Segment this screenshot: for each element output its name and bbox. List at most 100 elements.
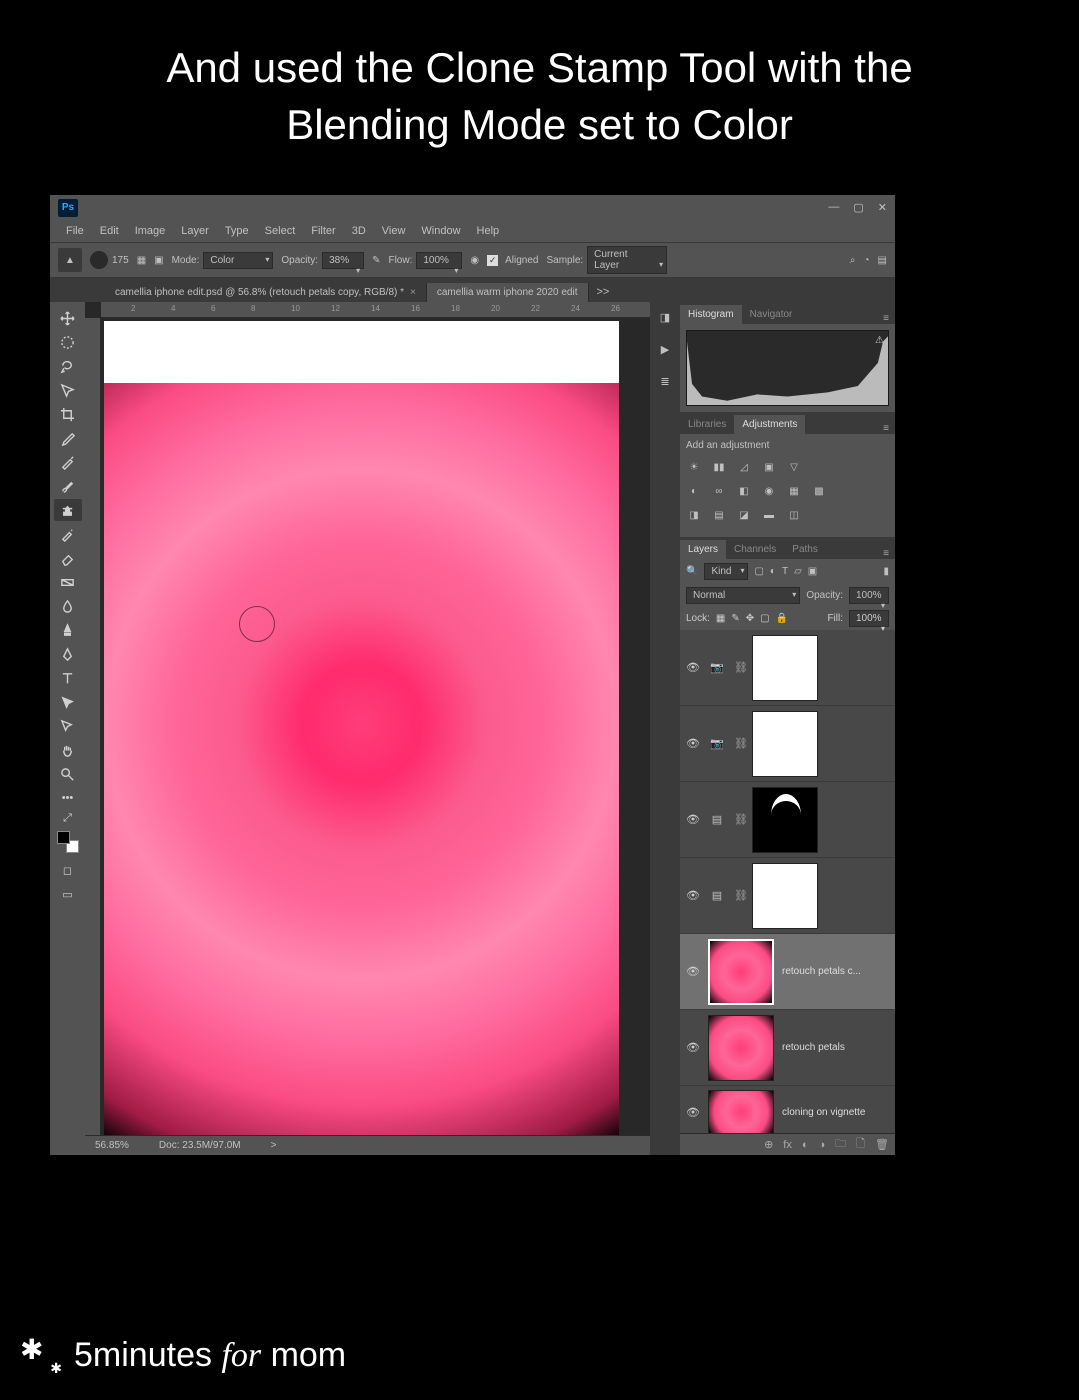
eyedropper-tool[interactable]	[54, 427, 82, 449]
layer-mask-thumbnail[interactable]	[752, 863, 818, 929]
flow-input[interactable]: 100%	[416, 252, 462, 269]
marquee-tool[interactable]	[54, 331, 82, 353]
hand-tool[interactable]	[54, 739, 82, 761]
layer-row-selected[interactable]: 👁 retouch petals c...	[680, 934, 895, 1010]
aligned-checkbox[interactable]: ✓Aligned	[487, 255, 538, 266]
clone-stamp-tool[interactable]	[54, 499, 82, 521]
filter-shape-icon[interactable]: ▱	[794, 566, 802, 577]
edit-toolbar[interactable]: •••	[54, 787, 82, 809]
brush-preset[interactable]: 175	[90, 251, 129, 269]
ignore-adjustment-icon[interactable]: ⌕	[850, 255, 856, 266]
screen-mode-icon[interactable]: ▭	[54, 883, 82, 905]
layer-mask-thumbnail[interactable]	[752, 787, 818, 853]
layer-row[interactable]: 👁 ▤ ⛓	[680, 782, 895, 858]
panel-menu-icon[interactable]: ≡	[877, 423, 895, 434]
zoom-tool[interactable]	[54, 763, 82, 785]
lock-all-icon[interactable]: 🔒	[776, 613, 788, 624]
foreground-background-colors[interactable]	[54, 827, 82, 857]
lock-artboard-icon[interactable]: ▢	[760, 613, 769, 624]
swap-colors-icon[interactable]: ⤢	[54, 811, 82, 825]
minimize-button[interactable]: —	[828, 201, 839, 214]
document-tab-other[interactable]: camellia warm iphone 2020 edit	[427, 283, 589, 302]
vibrance-icon[interactable]: ▽	[786, 459, 802, 475]
lock-pos-icon[interactable]: ✥	[746, 613, 754, 624]
panel-menu-icon[interactable]: ≡	[877, 548, 895, 559]
eraser-tool[interactable]	[54, 547, 82, 569]
layer-thumbnail[interactable]	[752, 635, 818, 701]
color-balance-icon[interactable]: ∞	[711, 483, 727, 499]
add-adjustment-layer-icon[interactable]: ◑	[819, 1139, 826, 1151]
gradient-tool[interactable]	[54, 571, 82, 593]
levels-icon[interactable]: ▮▮	[711, 459, 727, 475]
pressure-size-icon[interactable]: ◔	[864, 255, 870, 266]
dodge-tool[interactable]	[54, 619, 82, 641]
channel-mixer-icon[interactable]: ▦	[786, 483, 802, 499]
type-tool[interactable]	[54, 667, 82, 689]
quick-mask-icon[interactable]: ◻	[54, 859, 82, 881]
layer-row[interactable]: 👁 📷 ⛓	[680, 706, 895, 782]
lasso-tool[interactable]	[54, 355, 82, 377]
layer-name[interactable]: retouch petals c...	[782, 966, 889, 977]
document-canvas[interactable]	[101, 318, 650, 1135]
menu-select[interactable]: Select	[259, 223, 302, 239]
hue-icon[interactable]: ◐	[686, 483, 702, 499]
lookup-icon[interactable]: ▩	[811, 483, 827, 499]
histogram-tab[interactable]: Histogram	[680, 305, 742, 324]
menu-3d[interactable]: 3D	[346, 223, 372, 239]
filter-adjust-icon[interactable]: ◐	[770, 566, 776, 577]
channels-tab[interactable]: Channels	[726, 540, 784, 559]
filter-pixel-icon[interactable]: ▢	[754, 566, 763, 577]
menu-file[interactable]: File	[60, 223, 90, 239]
healing-brush-tool[interactable]	[54, 451, 82, 473]
crop-tool[interactable]	[54, 403, 82, 425]
airbrush-icon[interactable]: ◉	[470, 255, 479, 266]
filter-type-icon[interactable]: T	[782, 566, 788, 577]
layer-thumbnail[interactable]	[752, 711, 818, 777]
layers-tab[interactable]: Layers	[680, 540, 726, 559]
status-arrow[interactable]: >	[271, 1140, 277, 1151]
delete-layer-icon[interactable]: 🗑	[875, 1138, 889, 1151]
quick-select-tool[interactable]	[54, 379, 82, 401]
menu-type[interactable]: Type	[219, 223, 255, 239]
move-tool[interactable]	[54, 307, 82, 329]
layer-row[interactable]: 👁 cloning on vignette	[680, 1086, 895, 1133]
adjustments-tab[interactable]: Adjustments	[734, 415, 805, 434]
path-select-tool[interactable]	[54, 691, 82, 713]
sample-dropdown[interactable]: Current Layer	[587, 246, 667, 274]
filter-kind-dropdown[interactable]: Kind	[704, 563, 748, 580]
close-button[interactable]: ✕	[878, 201, 887, 214]
fx-icon[interactable]: fx	[783, 1139, 792, 1151]
layer-row[interactable]: 👁 ▤ ⛓	[680, 858, 895, 934]
menu-layer[interactable]: Layer	[175, 223, 215, 239]
visibility-toggle[interactable]: 👁	[686, 1106, 700, 1119]
layer-thumbnail[interactable]	[708, 1015, 774, 1081]
threshold-icon[interactable]: ◪	[736, 507, 752, 523]
pressure-opacity-icon[interactable]: ✎	[372, 255, 380, 266]
shape-tool[interactable]	[54, 715, 82, 737]
fill-input[interactable]: 100%	[849, 610, 889, 627]
histogram-warning-icon[interactable]: ⚠	[875, 335, 884, 346]
document-tab-active[interactable]: camellia iphone edit.psd @ 56.8% (retouc…	[105, 283, 427, 302]
visibility-toggle[interactable]: 👁	[686, 737, 700, 750]
doc-size[interactable]: Doc: 23.5M/97.0M	[159, 1140, 241, 1151]
blur-tool[interactable]	[54, 595, 82, 617]
curves-icon[interactable]: ◿	[736, 459, 752, 475]
panel-menu-icon[interactable]: ≡	[877, 313, 895, 324]
navigator-tab[interactable]: Navigator	[742, 305, 801, 324]
history-brush-tool[interactable]	[54, 523, 82, 545]
visibility-toggle[interactable]: 👁	[686, 1041, 700, 1054]
new-group-icon[interactable]: 🗀	[835, 1135, 846, 1154]
invert-icon[interactable]: ◨	[686, 507, 702, 523]
blend-mode-dropdown[interactable]: Normal	[686, 587, 800, 604]
clone-stamp-icon[interactable]: ▲	[58, 248, 82, 272]
timeline-icon[interactable]: ≣	[656, 372, 674, 390]
layer-thumbnail[interactable]	[708, 939, 774, 1005]
collapse-icon[interactable]: ◨	[656, 308, 674, 326]
gradient-map-icon[interactable]: ▬	[761, 507, 777, 523]
play-icon[interactable]: ▶	[656, 340, 674, 358]
menu-window[interactable]: Window	[415, 223, 466, 239]
menu-help[interactable]: Help	[471, 223, 506, 239]
brightness-icon[interactable]: ☀	[686, 459, 702, 475]
close-tab-icon[interactable]: ×	[410, 287, 416, 298]
new-layer-icon[interactable]: 🗋	[856, 1135, 865, 1154]
